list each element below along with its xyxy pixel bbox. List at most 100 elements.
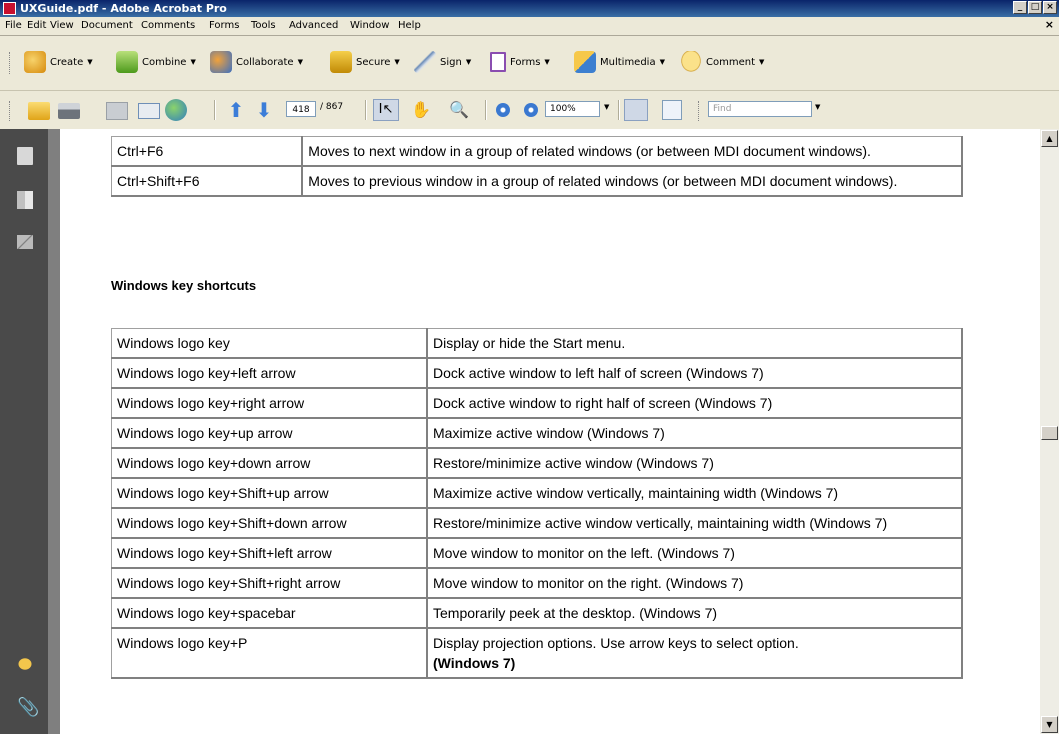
select-tool-icon[interactable]: I↖ [373, 99, 399, 121]
multimedia-label: Multimedia [600, 56, 656, 68]
menu-edit[interactable]: Edit [27, 19, 46, 33]
multimedia-icon [574, 51, 596, 73]
page-number-input[interactable]: 418 [286, 101, 316, 117]
pages-icon[interactable] [17, 147, 33, 165]
shortcut-key: Windows logo key+P [111, 627, 428, 679]
combine-label: Combine [142, 56, 187, 68]
shortcut-key: Windows logo key+Shift+down arrow [111, 507, 428, 539]
vertical-scrollbar[interactable]: ▲ ▼ [1040, 129, 1059, 734]
zoom-level-input[interactable]: 100% [545, 101, 600, 117]
shortcut-description: Moves to next window in a group of relat… [301, 136, 963, 167]
zoom-in-icon[interactable] [524, 103, 538, 117]
find-input[interactable]: Find [708, 101, 812, 117]
toolbar-grip[interactable] [9, 101, 13, 121]
create-button[interactable]: Create ▼ [24, 50, 93, 74]
menu-file[interactable]: File [5, 19, 22, 33]
table-row: Ctrl+Shift+F6 Moves to previous window i… [111, 165, 963, 197]
table-row: Windows logo key Display or hide the Star… [111, 328, 963, 359]
toolbar-grip[interactable] [698, 101, 702, 121]
zoom-dropdown-icon[interactable]: ▼ [604, 103, 609, 111]
pdf-page: Ctrl+F6 Moves to next window in a group … [60, 129, 1040, 734]
menu-view[interactable]: View [50, 19, 74, 33]
description-text: Display projection options. Use arrow ke… [433, 635, 799, 651]
globe-icon[interactable] [165, 99, 187, 121]
sign-label: Sign [440, 56, 462, 68]
save-icon[interactable] [106, 102, 128, 120]
menu-window[interactable]: Window [350, 19, 389, 33]
menu-advanced[interactable]: Advanced [289, 19, 338, 33]
collaborate-icon [210, 51, 232, 73]
comment-label: Comment [706, 56, 755, 68]
close-button[interactable]: × [1043, 1, 1057, 14]
hand-tool-icon[interactable]: ✋ [410, 99, 432, 121]
next-page-icon[interactable]: ⬇ [253, 99, 275, 121]
navigation-panel: 📎 [0, 129, 48, 734]
attachments-icon[interactable]: 📎 [17, 699, 39, 717]
scroll-down-icon[interactable]: ▼ [1041, 716, 1058, 733]
previous-page-icon[interactable]: ⬆ [225, 99, 247, 121]
zoom-out-icon[interactable] [496, 103, 510, 117]
document-viewport: Ctrl+F6 Moves to next window in a group … [48, 129, 1040, 734]
shortcut-description: Restore/minimize active window verticall… [426, 507, 963, 539]
zoom-tool-icon[interactable]: 🔍 [448, 99, 470, 121]
combine-icon [116, 51, 138, 73]
table-row: Windows logo key+Shift+left arrow Move wi… [111, 537, 963, 569]
forms-button[interactable]: Forms ▼ [490, 50, 550, 74]
fit-width-icon[interactable] [624, 99, 648, 121]
shortcut-description: Display projection options. Use arrow ke… [426, 627, 963, 679]
page-count: / 867 [320, 102, 344, 112]
shortcut-key: Windows logo key+down arrow [111, 447, 428, 479]
secure-label: Secure [356, 56, 391, 68]
shortcut-key: Windows logo key+up arrow [111, 417, 428, 449]
fit-page-icon[interactable] [662, 100, 682, 120]
acrobat-icon [3, 2, 16, 15]
menu-document[interactable]: Document [81, 19, 133, 33]
shortcut-key: Windows logo key+Shift+left arrow [111, 537, 428, 569]
forms-icon [490, 52, 506, 72]
combine-button[interactable]: Combine ▼ [116, 50, 196, 74]
sign-button[interactable]: Sign ▼ [414, 50, 471, 74]
comments-icon[interactable] [17, 657, 33, 671]
comment-button[interactable]: Comment ▼ [680, 50, 764, 74]
scroll-up-icon[interactable]: ▲ [1041, 130, 1058, 147]
shortcut-key: Windows logo key+Shift+right arrow [111, 567, 428, 599]
print-icon[interactable] [58, 103, 80, 119]
shortcut-description: Move window to monitor on the right. (Wi… [426, 567, 963, 599]
minimize-button[interactable]: _ [1013, 1, 1027, 14]
table-row: Windows logo key+down arrow Restore/minim… [111, 447, 963, 479]
table-row: Windows logo key+spacebar Temporarily pee… [111, 597, 963, 629]
menu-comments[interactable]: Comments [141, 19, 195, 33]
comment-bubble-icon [680, 51, 702, 73]
open-folder-icon[interactable] [28, 102, 50, 120]
menu-help[interactable]: Help [398, 19, 421, 33]
toolbar-grip[interactable] [9, 52, 13, 74]
scroll-thumb[interactable] [1041, 426, 1058, 440]
shortcut-description: Maximize active window (Windows 7) [426, 417, 963, 449]
description-bold-text: (Windows 7) [433, 655, 516, 671]
collaborate-button[interactable]: Collaborate ▼ [210, 50, 303, 74]
title-bar: UXGuide.pdf - Adobe Acrobat Pro _ □ × [0, 0, 1059, 17]
table-row: Windows logo key+Shift+down arrow Restore… [111, 507, 963, 539]
shortcut-table-top: Ctrl+F6 Moves to next window in a group … [111, 136, 963, 197]
close-document-icon[interactable]: × [1045, 18, 1054, 31]
create-label: Create [50, 56, 84, 68]
table-row: Windows logo key+P Display projection opt… [111, 627, 963, 679]
multimedia-button[interactable]: Multimedia ▼ [574, 50, 665, 74]
email-icon[interactable] [138, 103, 160, 119]
shortcut-key: Ctrl+F6 [111, 136, 304, 167]
bookmarks-icon[interactable] [17, 191, 33, 209]
window-title: UXGuide.pdf - Adobe Acrobat Pro [20, 2, 227, 15]
menu-forms[interactable]: Forms [209, 19, 239, 33]
section-heading: Windows key shortcuts [111, 278, 257, 293]
table-row: Ctrl+F6 Moves to next window in a group … [111, 136, 963, 167]
signatures-icon[interactable] [17, 235, 33, 249]
table-row: Windows logo key+left arrow Dock active w… [111, 357, 963, 389]
secure-button[interactable]: Secure ▼ [330, 50, 400, 74]
menu-tools[interactable]: Tools [251, 19, 276, 33]
shortcut-description: Move window to monitor on the left. (Win… [426, 537, 963, 569]
find-dropdown-icon[interactable]: ▼ [815, 103, 820, 111]
shortcut-description: Restore/minimize active window (Windows … [426, 447, 963, 479]
table-row: Windows logo key+Shift+up arrow Maximize … [111, 477, 963, 509]
table-row: Windows logo key+right arrow Dock active … [111, 387, 963, 419]
restore-button[interactable]: □ [1028, 1, 1042, 14]
